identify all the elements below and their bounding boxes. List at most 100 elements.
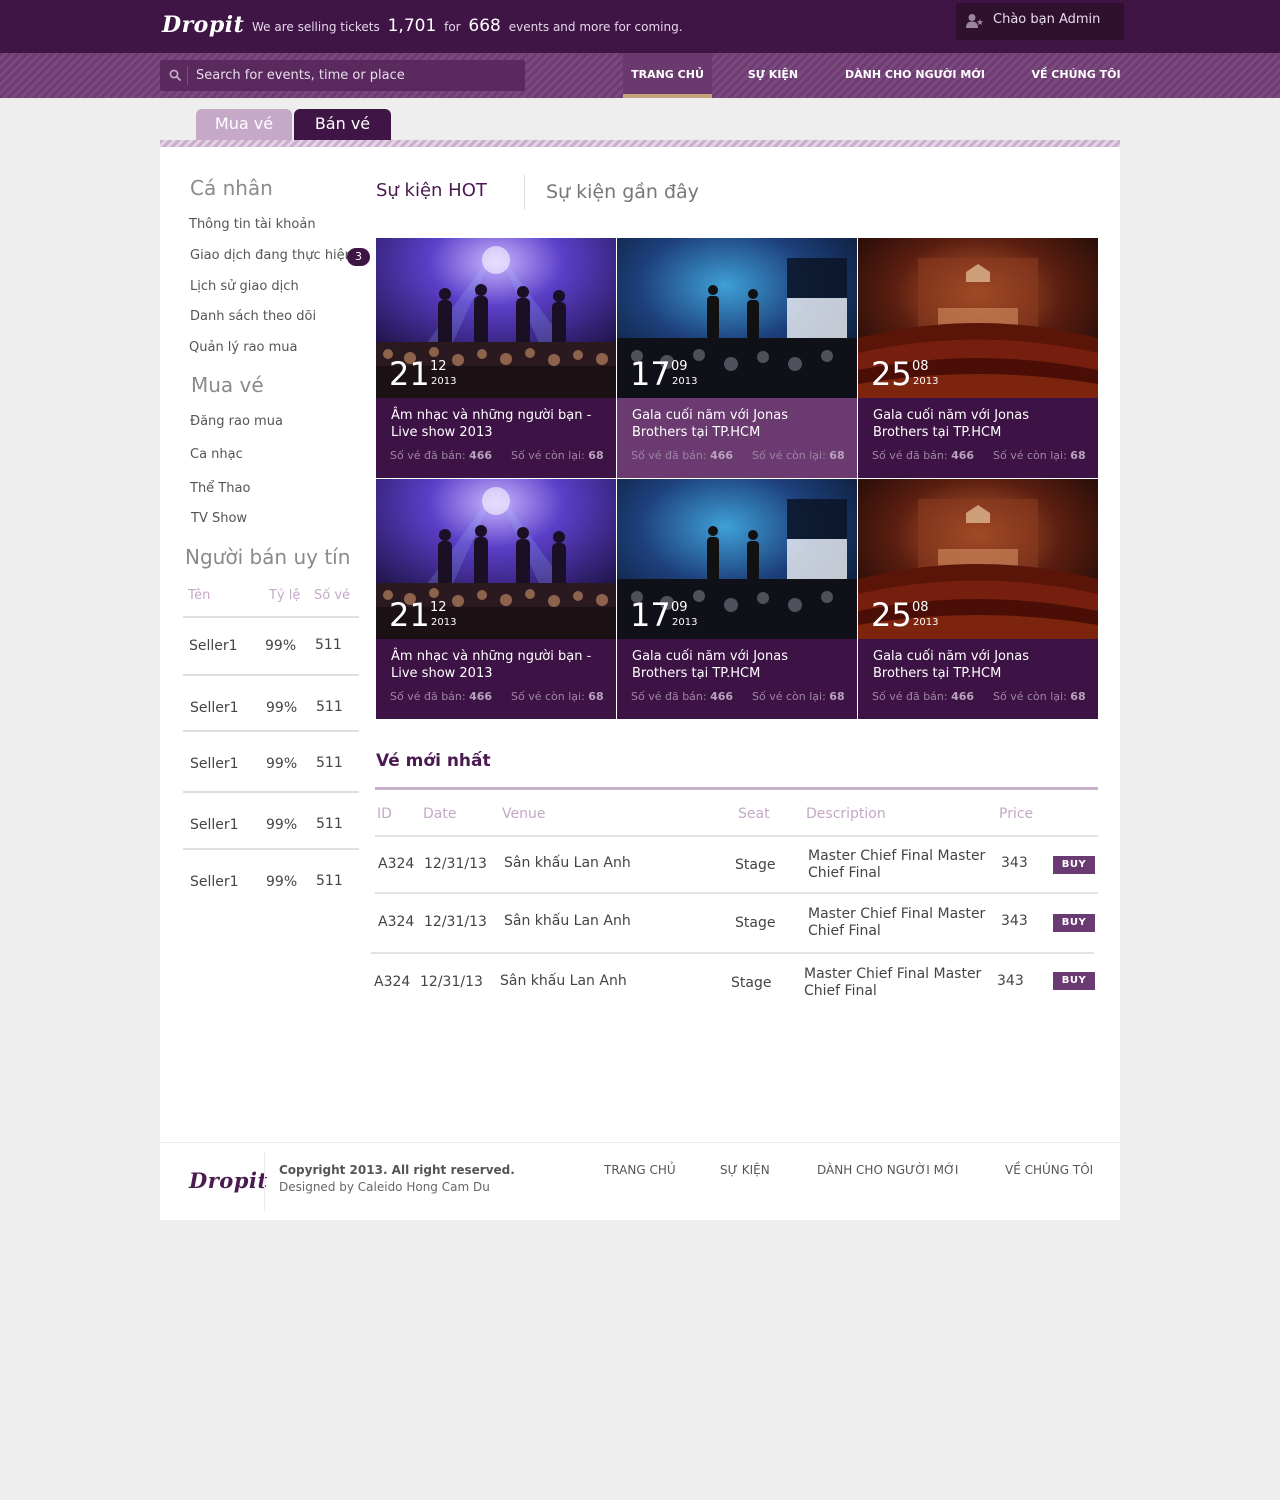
event-date-year: 2013: [431, 376, 457, 387]
top-bar: Dropit We are selling tickets 1,701 for …: [0, 0, 1280, 53]
sellers-header-name: Tên: [188, 588, 211, 603]
pending-count-badge: 3: [347, 248, 370, 266]
nav-home[interactable]: TRANG CHỦ: [623, 53, 712, 98]
table-divider: [375, 892, 1098, 894]
event-left-value: 68: [829, 690, 845, 703]
user-menu[interactable]: Chào bạn Admin: [956, 3, 1124, 40]
event-info: Gala cuối năm với Jonas Brothers tại TP.…: [617, 398, 857, 478]
search-icon[interactable]: [169, 69, 182, 82]
search-divider: [187, 66, 188, 85]
event-card[interactable]: 25 08 2013 Gala cuối năm với Jonas Brothers…: [858, 238, 1098, 478]
sidebar-item-manage-requests[interactable]: Quản lý rao mua: [189, 340, 298, 355]
search-input[interactable]: [196, 60, 516, 91]
footer-link-events[interactable]: SỰ KIỆN: [720, 1163, 770, 1177]
buy-button[interactable]: BUY: [1053, 856, 1095, 874]
ticket-date: 12/31/13: [424, 856, 487, 872]
ticket-date: 12/31/13: [424, 914, 487, 930]
latest-tickets-title: Vé mới nhất: [376, 751, 491, 771]
event-date-month: 08: [912, 600, 929, 615]
event-left-label: Số vé còn lại:: [993, 690, 1067, 703]
sidebar-item-transaction-history[interactable]: Lịch sử giao dịch: [190, 279, 299, 294]
sidebar-item-sports[interactable]: Thể Thao: [190, 481, 250, 496]
tab-hot-events[interactable]: Sự kiện HOT: [376, 180, 487, 201]
event-sold-stat: Số vé đã bán: 466: [872, 690, 974, 703]
ticket-date: 12/31/13: [420, 974, 483, 990]
seller-name[interactable]: Seller1: [190, 874, 239, 890]
footer-divider: [160, 1142, 1120, 1143]
sidebar-item-account-info[interactable]: Thông tin tài khoản: [189, 217, 316, 232]
event-sold-label: Số vé đã bán:: [631, 449, 707, 462]
tab-buy-tickets[interactable]: Mua vé: [196, 109, 292, 140]
buy-button[interactable]: BUY: [1053, 914, 1095, 932]
ticket-description: Master Chief Final Master Chief Final: [804, 966, 982, 999]
nav-newcomers[interactable]: DÀNH CHO NGƯỜI MỚI: [836, 53, 994, 98]
seller-rate: 99%: [266, 700, 298, 716]
seller-name[interactable]: Seller1: [189, 638, 238, 654]
ticket-venue: Sân khấu Lan Anh: [504, 913, 631, 929]
event-info: Gala cuối năm với Jonas Brothers tại TP.…: [617, 639, 857, 719]
seller-rate: 99%: [266, 756, 298, 772]
ticket-id: A324: [378, 914, 415, 930]
buy-button[interactable]: BUY: [1053, 972, 1095, 990]
event-date-day: 21: [389, 355, 430, 393]
event-title[interactable]: Gala cuối năm với Jonas Brothers tại TP.…: [632, 648, 847, 682]
sellers-header-count: Số vé: [314, 588, 351, 603]
event-title[interactable]: Gala cuối năm với Jonas Brothers tại TP.…: [873, 648, 1088, 682]
event-title[interactable]: Âm nhạc và những người bạn - Live show 2…: [391, 407, 606, 441]
event-left-stat: Số vé còn lại: 68: [511, 449, 604, 462]
table-divider: [375, 835, 1098, 837]
event-card[interactable]: 17 09 2013 Gala cuối năm với Jonas Brothers…: [617, 238, 857, 478]
sidebar-item-tv-show[interactable]: TV Show: [191, 511, 247, 526]
nav-about[interactable]: VỀ CHÚNG TÔI: [1024, 53, 1128, 98]
footer-link-newcomers[interactable]: DÀNH CHO NGƯỜI MỚI: [817, 1163, 958, 1177]
seller-name[interactable]: Seller1: [190, 700, 239, 716]
tickets-count: 1,701: [387, 16, 437, 36]
event-title[interactable]: Gala cuối năm với Jonas Brothers tại TP.…: [632, 407, 847, 441]
seller-count: 511: [316, 699, 343, 715]
seller-name[interactable]: Seller1: [190, 817, 239, 833]
seller-name[interactable]: Seller1: [190, 756, 239, 772]
seller-count: 511: [316, 873, 343, 889]
event-card[interactable]: 21 12 2013 Âm nhạc và những người bạn - Liv…: [376, 479, 616, 719]
event-card[interactable]: 25 08 2013 Gala cuối năm với Jonas Brothers…: [858, 479, 1098, 719]
nav-events[interactable]: SỰ KIỆN: [740, 53, 806, 98]
event-title[interactable]: Âm nhạc và những người bạn - Live show 2…: [391, 648, 606, 682]
tab-recent-events[interactable]: Sự kiện gần đây: [546, 181, 699, 203]
sidebar-item-post-request[interactable]: Đăng rao mua: [190, 414, 283, 429]
ticket-id: A324: [378, 856, 415, 872]
event-left-value: 68: [588, 449, 604, 462]
sellers-divider: [183, 730, 359, 732]
footer-link-about[interactable]: VỀ CHÚNG TÔI: [1005, 1163, 1093, 1177]
event-date-day: 21: [389, 596, 430, 634]
event-title[interactable]: Gala cuối năm với Jonas Brothers tại TP.…: [873, 407, 1088, 441]
seller-rate: 99%: [266, 874, 298, 890]
event-info: Gala cuối năm với Jonas Brothers tại TP.…: [858, 398, 1098, 478]
col-header-id: ID: [377, 806, 392, 822]
seller-count: 511: [315, 637, 342, 653]
ticket-venue: Sân khấu Lan Anh: [504, 855, 631, 871]
event-left-stat: Số vé còn lại: 68: [752, 449, 845, 462]
seller-count: 511: [316, 816, 343, 832]
footer-logo[interactable]: Dropit: [189, 1168, 268, 1193]
event-card[interactable]: 21 12 2013 Âm nhạc và những người bạn - Liv…: [376, 238, 616, 478]
sidebar-item-watchlist[interactable]: Danh sách theo dõi: [190, 309, 316, 324]
event-left-stat: Số vé còn lại: 68: [752, 690, 845, 703]
event-sold-value: 466: [710, 449, 734, 462]
sidebar-item-music[interactable]: Ca nhạc: [190, 447, 243, 462]
main-tabs-divider: [524, 175, 525, 210]
tagline: We are selling tickets 1,701 for 668 eve…: [252, 16, 683, 36]
brand-logo[interactable]: Dropit: [162, 12, 244, 38]
sidebar-buy-title: Mua vé: [191, 373, 264, 397]
footer-link-home[interactable]: TRANG CHỦ: [604, 1163, 676, 1177]
ticket-seat: Stage: [735, 915, 776, 931]
col-header-seat: Seat: [738, 806, 770, 822]
event-card[interactable]: 17 09 2013 Gala cuối năm với Jonas Brothers…: [617, 479, 857, 719]
event-sold-value: 466: [951, 449, 975, 462]
tab-sell-tickets[interactable]: Bán vé: [294, 109, 391, 140]
event-info: Âm nhạc và những người bạn - Live show 2…: [376, 398, 616, 478]
event-left-stat: Số vé còn lại: 68: [511, 690, 604, 703]
event-left-label: Số vé còn lại:: [511, 449, 585, 462]
sellers-divider: [183, 674, 359, 676]
sidebar-item-pending-transactions[interactable]: Giao dịch đang thực hiện: [190, 248, 353, 263]
event-date-month: 08: [912, 359, 929, 374]
